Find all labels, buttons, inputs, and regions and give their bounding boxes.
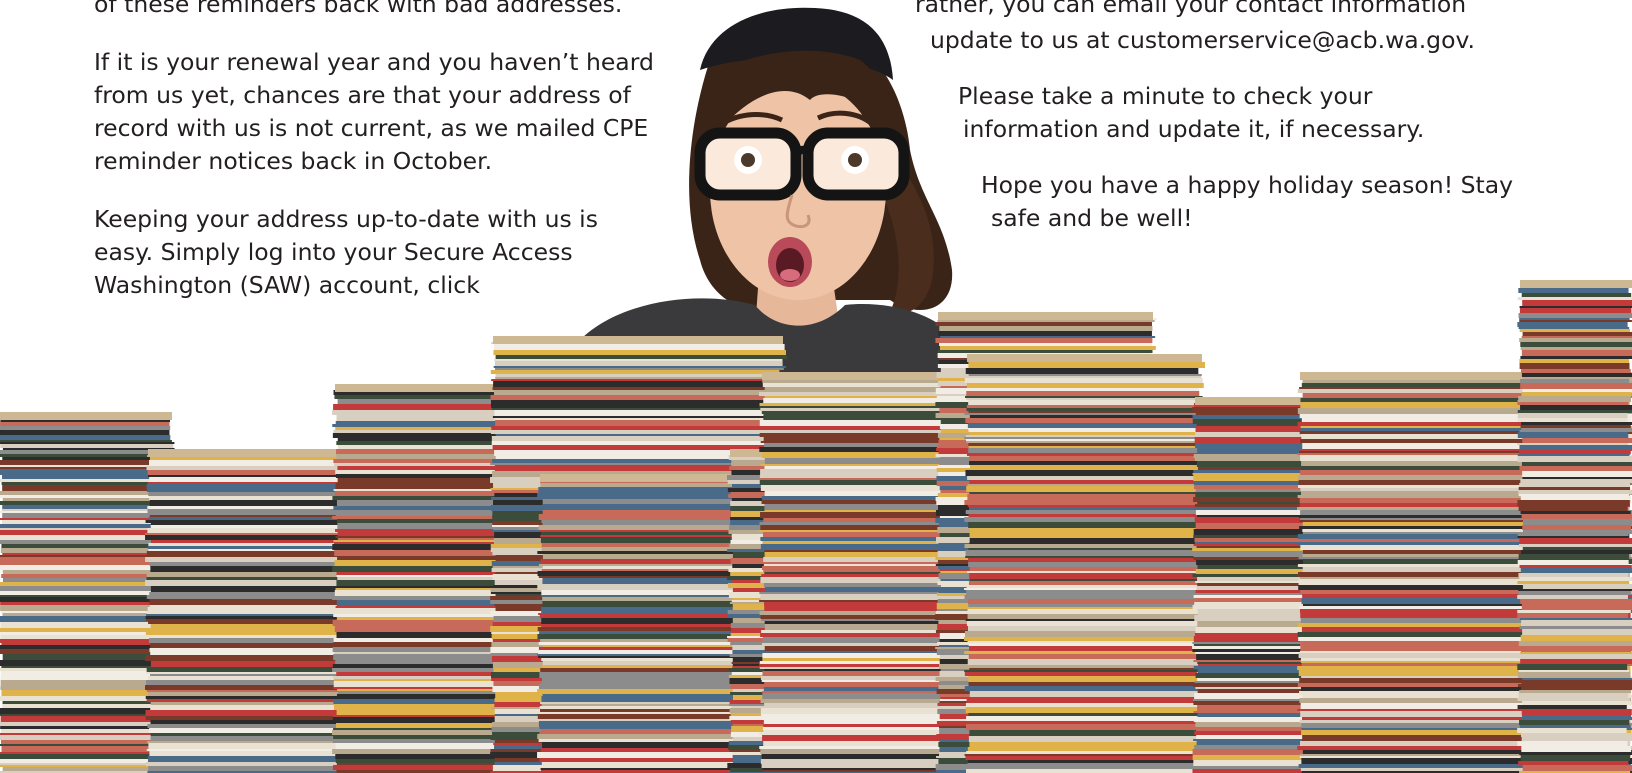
mail-stacks-illustration — [0, 280, 1632, 773]
mail-stack — [1517, 280, 1632, 773]
mail-stack — [964, 354, 1208, 773]
